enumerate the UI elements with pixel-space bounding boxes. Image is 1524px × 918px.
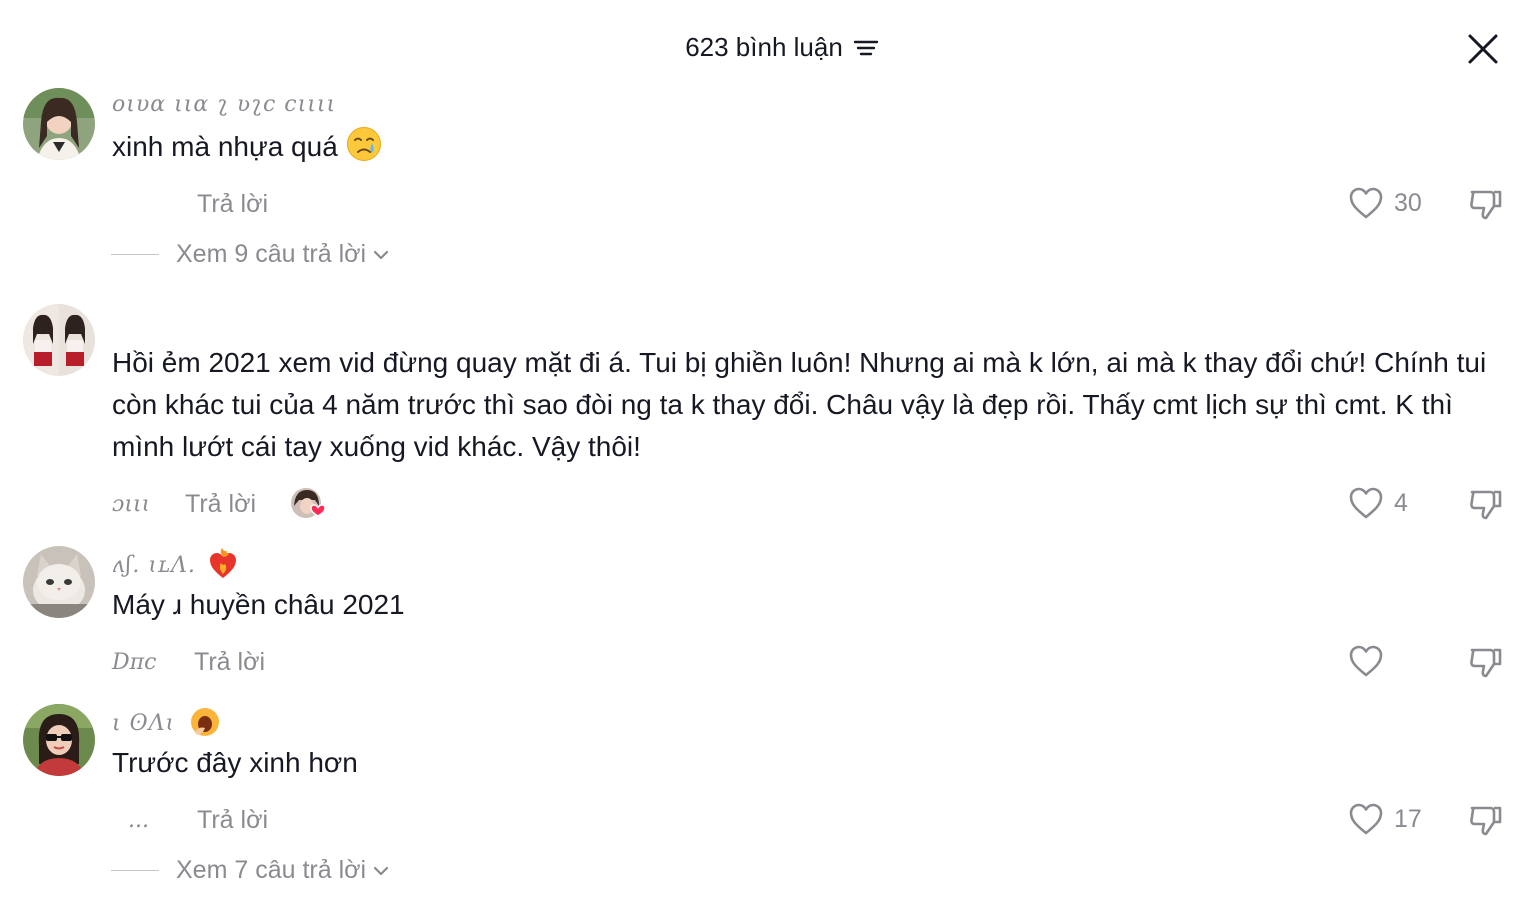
like-count: 4	[1394, 488, 1408, 517]
username[interactable]: ʌʃ. ɩʟɅ.	[112, 548, 238, 580]
heart-icon	[1349, 645, 1383, 677]
heart-icon	[1349, 187, 1383, 219]
creator-liked-avatar	[291, 488, 326, 518]
dislike-icon[interactable]	[1468, 186, 1504, 222]
like-button[interactable]	[1348, 644, 1394, 678]
yawn-emoji	[191, 708, 220, 736]
view-replies-label: Xem 7 câu trả lời	[176, 856, 367, 884]
sort-icon[interactable]	[853, 37, 879, 59]
chevron-down-icon	[373, 250, 389, 259]
fire-heart-emoji	[209, 548, 236, 578]
view-replies-label: Xem 9 câu trả lời	[176, 240, 367, 268]
comment-date: ɔιιɩ	[112, 492, 151, 517]
comment-count-title: 623 bình luận	[685, 32, 843, 62]
username[interactable]: ι ʘɅɩ	[112, 706, 221, 738]
divider	[111, 254, 159, 255]
avatar[interactable]	[23, 704, 95, 776]
like-button[interactable]: 4	[1348, 486, 1408, 520]
dislike-icon[interactable]	[1468, 802, 1504, 838]
heart-icon	[1349, 803, 1383, 835]
avatar[interactable]	[23, 546, 95, 618]
like-button[interactable]: 30	[1348, 186, 1422, 220]
close-icon[interactable]	[1466, 32, 1500, 66]
view-replies-button[interactable]: Xem 9 câu trả lời	[111, 240, 390, 269]
heart-icon	[1349, 487, 1383, 519]
reply-button[interactable]: Trả lời	[185, 490, 256, 519]
reply-button[interactable]: Trả lời	[197, 190, 268, 219]
reply-button[interactable]: Trả lời	[194, 648, 265, 677]
comment-date: ...	[128, 808, 149, 833]
comment-text: Hồi ẻm 2021 xem vid đừng quay mặt đi á. …	[112, 347, 1487, 462]
dislike-icon[interactable]	[1468, 486, 1504, 522]
comment-text: Trước đây xinh hơn	[112, 747, 358, 778]
view-replies-button[interactable]: Xem 7 câu trả lời	[111, 856, 390, 885]
reply-button[interactable]: Trả lời	[197, 806, 268, 835]
crying-emoji	[346, 127, 381, 161]
username[interactable]: oιυα ιια ʅ ʋʅc cιιιι	[112, 92, 336, 117]
chevron-down-icon	[373, 866, 389, 875]
comment-text: xinh mà nhựa quá	[112, 126, 1512, 168]
like-count: 30	[1394, 188, 1422, 217]
avatar[interactable]	[23, 88, 95, 160]
comment-date: Dπc	[112, 650, 157, 675]
like-button[interactable]: 17	[1348, 802, 1422, 836]
comments-header: 623 bình luận	[0, 0, 1524, 96]
avatar[interactable]	[23, 304, 95, 376]
dislike-icon[interactable]	[1468, 644, 1504, 680]
like-count: 17	[1394, 804, 1422, 833]
comment-text: Máy ɹ huyền châu 2021	[112, 589, 405, 620]
divider	[111, 870, 159, 871]
